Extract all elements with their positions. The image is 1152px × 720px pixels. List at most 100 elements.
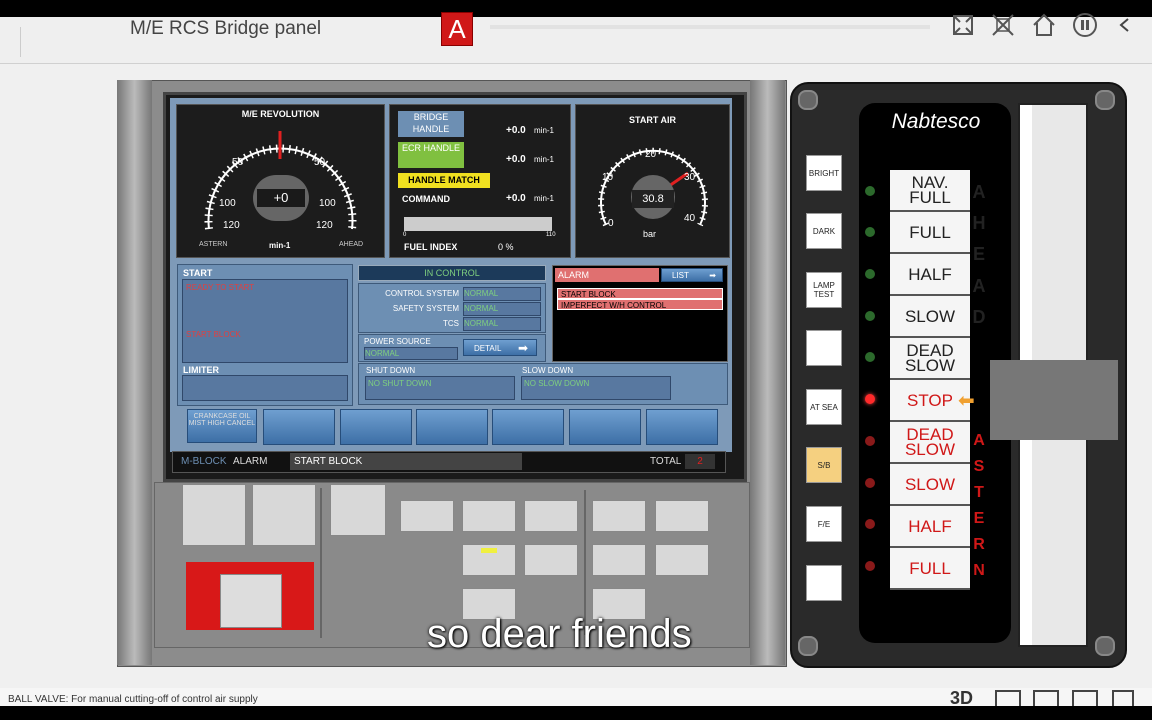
order-half-ahead[interactable]: HALF <box>890 254 970 296</box>
push-button[interactable] <box>655 544 709 576</box>
panel-divider <box>320 488 322 638</box>
bright-button[interactable]: BRIGHT <box>806 155 842 191</box>
toolbar-slider[interactable] <box>490 25 930 29</box>
limiter-title: LIMITER <box>183 365 219 375</box>
order-nav-full[interactable]: NAV. FULL <box>890 170 970 212</box>
order-slow-ahead[interactable]: SLOW <box>890 296 970 338</box>
total-value: 2 <box>685 454 715 469</box>
ahead-letter: E <box>972 244 985 264</box>
led-red-on <box>865 394 875 404</box>
home-icon[interactable] <box>1031 12 1057 38</box>
led-green <box>865 227 875 237</box>
fuel-min: 0 <box>403 232 407 238</box>
start-air-unit: bar <box>643 229 657 239</box>
shut-down-title: SHUT DOWN <box>366 366 416 375</box>
emergency-button[interactable] <box>220 574 282 628</box>
unlink-icon[interactable] <box>990 12 1016 38</box>
softkey-oil-mist-cancel[interactable]: CRANKCASE OIL MIST HIGH CANCEL <box>187 409 257 443</box>
slow-down-value: NO SLOW DOWN <box>521 376 671 400</box>
push-button[interactable] <box>524 500 578 532</box>
softkey-2[interactable] <box>263 409 335 445</box>
screw-icon <box>1095 636 1115 656</box>
air-30: 30 <box>684 172 696 183</box>
led-green <box>865 311 875 321</box>
softkey-6[interactable] <box>569 409 641 445</box>
ahead-letter: D <box>972 307 986 327</box>
led-green <box>865 186 875 196</box>
control-status-panel: CONTROL SYSTEM NORMAL SAFETY SYSTEM NORM… <box>358 283 546 333</box>
order-full-ahead[interactable]: FULL <box>890 212 970 254</box>
push-button[interactable] <box>592 544 646 576</box>
finished-engine-button[interactable]: F/E <box>806 506 842 542</box>
led-red <box>865 519 875 529</box>
order-dead-slow-astern[interactable]: DEAD SLOW <box>890 422 970 464</box>
push-button[interactable] <box>462 544 516 576</box>
fullscreen-icon[interactable] <box>950 12 976 38</box>
softkey-7[interactable] <box>646 409 718 445</box>
back-icon[interactable] <box>1112 12 1138 38</box>
rev-title: M/E REVOLUTION <box>241 109 320 119</box>
detail-label: DETAIL <box>474 344 502 353</box>
push-button[interactable] <box>524 544 578 576</box>
start-line-2: START BLOCK <box>186 330 241 339</box>
astern-letter: A <box>973 432 985 449</box>
start-message-box: READY TO START START BLOCK <box>182 279 348 363</box>
order-dead-slow-ahead[interactable]: DEAD SLOW <box>890 338 970 380</box>
push-button[interactable] <box>182 484 246 546</box>
standby-button[interactable]: S/B <box>806 447 842 483</box>
start-air-title: START AIR <box>629 115 676 125</box>
blank-button[interactable] <box>806 330 842 366</box>
air-10: 10 <box>602 172 614 183</box>
alarm-item[interactable]: IMPERFECT W/H CONTROL <box>557 299 723 310</box>
limiter-box <box>182 375 348 401</box>
fuel-index-value: 0 % <box>498 242 514 252</box>
alarm-list-button[interactable]: LIST ➡ <box>661 268 723 282</box>
at-sea-button[interactable]: AT SEA <box>806 389 842 425</box>
order-slow-astern[interactable]: SLOW <box>890 464 970 506</box>
power-source-panel: POWER SOURCE NORMAL DETAIL ➡ <box>358 334 546 362</box>
command-unit: min-1 <box>534 194 555 203</box>
menu-handle[interactable] <box>0 27 21 57</box>
push-button[interactable] <box>462 500 516 532</box>
tcs-value: NORMAL <box>463 317 541 331</box>
alarm-item[interactable]: START BLOCK <box>557 288 723 299</box>
rev-right-100: 100 <box>319 198 336 209</box>
start-air-value: 30.8 <box>632 190 674 208</box>
power-source-value: NORMAL <box>364 347 458 360</box>
screw-icon <box>798 90 818 110</box>
safety-system-value: NORMAL <box>463 302 541 316</box>
in-control-header: IN CONTROL <box>358 265 546 281</box>
push-button[interactable] <box>400 500 454 532</box>
control-system-label: CONTROL SYSTEM <box>385 289 459 298</box>
order-full-astern[interactable]: FULL <box>890 548 970 590</box>
astern-letter: R <box>973 536 985 553</box>
air-40: 40 <box>684 213 696 224</box>
astern-letter: N <box>973 562 985 579</box>
handle-panel: BRIDGE HANDLE +0.0 min-1 ECR HANDLE +0.0… <box>389 104 571 258</box>
ahead-letter: A <box>972 276 986 296</box>
push-button[interactable] <box>252 484 316 546</box>
screw-icon <box>1095 90 1115 110</box>
order-half-astern[interactable]: HALF <box>890 506 970 548</box>
blank-button[interactable] <box>806 565 842 601</box>
detail-button[interactable]: DETAIL ➡ <box>463 339 537 356</box>
video-subtitle: so dear friends <box>427 612 692 656</box>
softkey-5[interactable] <box>492 409 564 445</box>
screen-status-bar: M-BLOCK ALARM START BLOCK TOTAL 2 <box>172 451 726 473</box>
ecr-handle-label: ECR HANDLE <box>398 142 464 168</box>
telegraph-lever[interactable] <box>990 360 1118 440</box>
bottom-strip <box>0 706 1152 720</box>
ahead-letter: H <box>972 213 986 233</box>
lamp-test-button[interactable]: LAMP TEST <box>806 272 842 308</box>
push-button[interactable] <box>655 500 709 532</box>
emergency-cover[interactable] <box>186 562 314 630</box>
softkey-3[interactable] <box>340 409 412 445</box>
push-button[interactable] <box>592 500 646 532</box>
softkey-4[interactable] <box>416 409 488 445</box>
pause-icon[interactable] <box>1072 12 1098 38</box>
ahead-letter: A <box>972 182 986 202</box>
led-green <box>865 269 875 279</box>
push-button[interactable] <box>330 484 386 536</box>
dark-button[interactable]: DARK <box>806 213 842 249</box>
command-label: COMMAND <box>402 194 450 204</box>
